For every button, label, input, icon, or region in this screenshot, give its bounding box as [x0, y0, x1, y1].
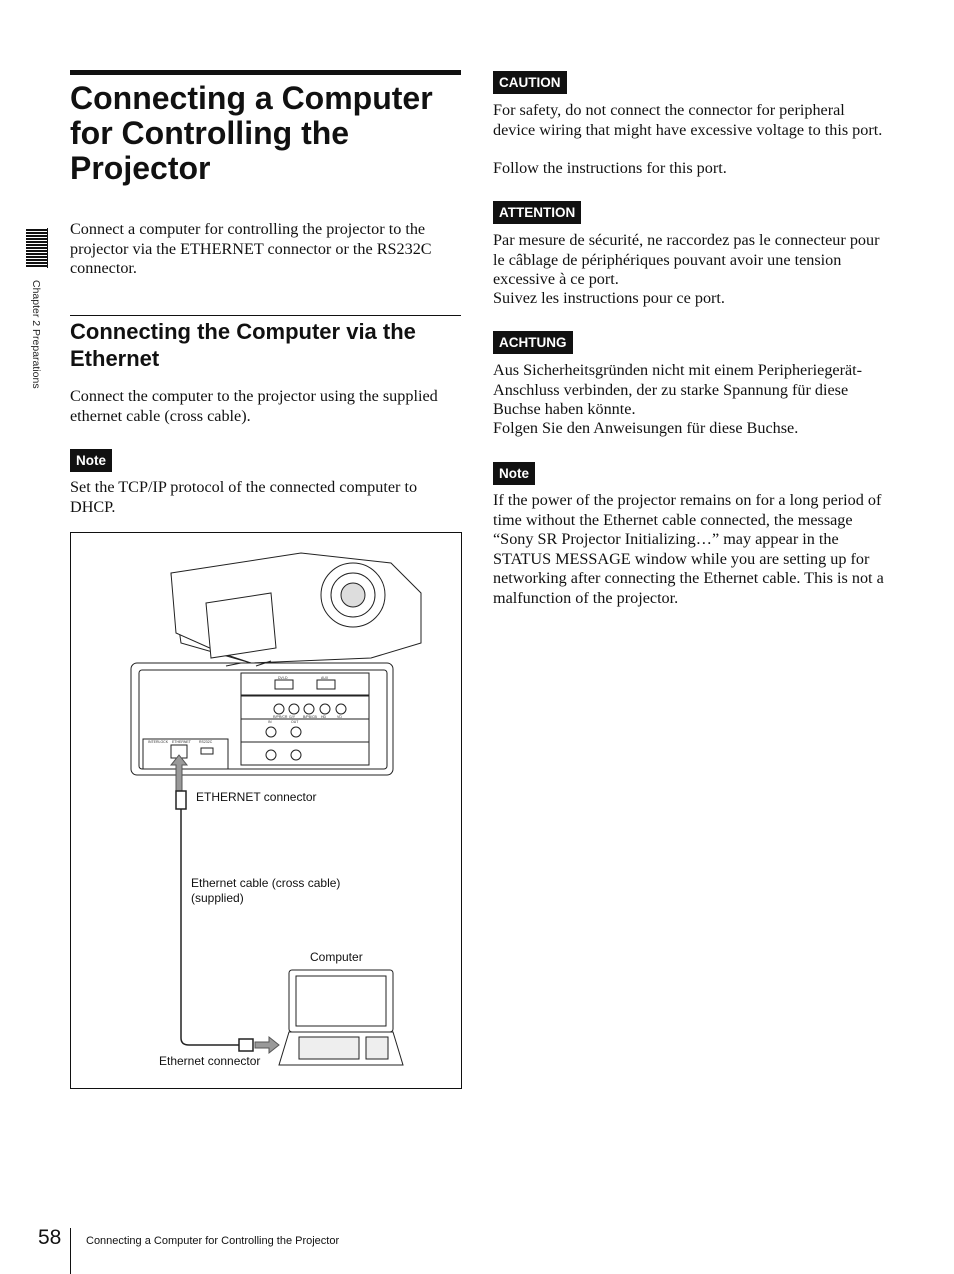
ethernet-connector-label: ETHERNET connector	[196, 790, 317, 804]
page: { "title":"Connecting a Computer for Con…	[0, 0, 954, 1274]
label-hd: HD	[321, 715, 327, 719]
label-b: B/PB/CB	[303, 715, 317, 719]
cable-label-1: Ethernet cable (cross cable)	[191, 876, 341, 890]
attention-text: Par mesure de sécurité, ne raccordez pas…	[493, 231, 880, 288]
page-title: Connecting a Computer for Controlling th…	[70, 70, 461, 186]
achtung-text-2: Folgen Sie den Anweisungen für diese Buc…	[493, 419, 799, 437]
note-text: Set the TCP/IP protocol of the connected…	[70, 478, 418, 516]
pc-ethernet-connector-label: Ethernet connector	[159, 1054, 261, 1068]
rear-panel: DVI-D AUX R/PR/CR G/Y B/PB/CB HD VD IN O…	[130, 662, 394, 776]
attention-badge: ATTENTION	[493, 201, 582, 224]
label-r: R/PR/CR	[273, 715, 288, 719]
note-badge: Note	[70, 449, 112, 472]
chapter-label: Chapter 2 Preparations	[30, 280, 42, 389]
label-out: OUT	[291, 720, 299, 724]
arrow-up-icon	[169, 754, 189, 792]
caution-text: For safety, do not connect the connector…	[493, 101, 883, 139]
label-in: IN	[268, 720, 272, 724]
caution-text-2: Follow the instructions for this port.	[493, 159, 727, 177]
footer-divider	[70, 1228, 71, 1274]
label-rs232c: RS232C	[199, 740, 213, 744]
attention-text-2: Suivez les instructions pour ce port.	[493, 289, 725, 307]
running-title: Connecting a Computer for Controlling th…	[86, 1235, 340, 1247]
label-dvid: DVI-D	[278, 676, 288, 680]
label-aux: AUX	[321, 676, 329, 680]
diagram-drawing: DVI-D AUX R/PR/CR G/Y B/PB/CB HD VD IN O…	[130, 552, 422, 1066]
arrow-right-icon	[254, 1035, 280, 1055]
connection-diagram: DVI-D AUX R/PR/CR G/Y B/PB/CB HD VD IN O…	[70, 532, 462, 1089]
computer-label: Computer	[310, 950, 363, 964]
intro-text: Connect a computer for controlling the p…	[70, 220, 432, 277]
section-heading: Connecting the Computer via the Ethernet	[70, 315, 461, 372]
cable	[175, 790, 254, 1052]
note2-text: If the power of the projector remains on…	[493, 491, 884, 607]
achtung-badge: ACHTUNG	[493, 331, 573, 354]
achtung-text: Aus Sicherheitsgründen nicht mit einem P…	[493, 361, 863, 418]
cable-label-2: (supplied)	[191, 891, 244, 905]
computer-illustration	[278, 969, 404, 1066]
chapter-tab-marker	[26, 228, 48, 268]
label-g: G/Y	[289, 715, 296, 719]
caution-badge: CAUTION	[493, 71, 567, 94]
page-number: 58	[38, 1226, 62, 1249]
projector-illustration	[170, 552, 422, 667]
section-body: Connect the computer to the projector us…	[70, 387, 438, 425]
label-interlock: INTERLOCK	[148, 740, 169, 744]
label-ethernet: ETHERNET	[172, 740, 192, 744]
label-vd: VD	[337, 715, 342, 719]
note2-badge: Note	[493, 462, 535, 485]
